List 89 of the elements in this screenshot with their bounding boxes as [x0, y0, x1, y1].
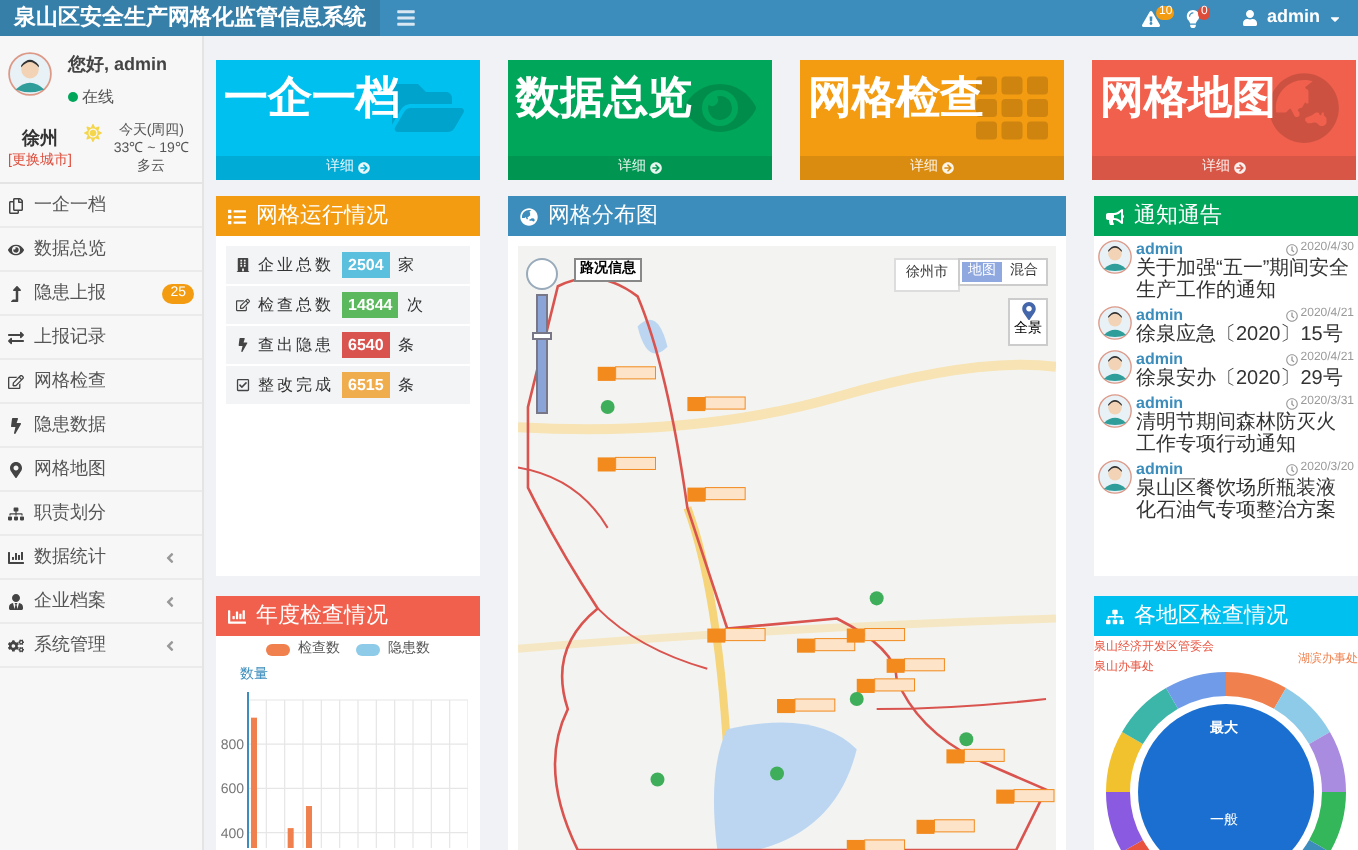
- sidebar-item[interactable]: 隐患数据: [0, 404, 202, 448]
- sidebar-item[interactable]: 网格检查: [0, 360, 202, 404]
- notice-author[interactable]: admin: [1136, 240, 1184, 258]
- sidebar-item[interactable]: 数据总览: [0, 228, 202, 272]
- stat-unit: 条: [397, 333, 414, 357]
- avatar-icon: [1098, 460, 1132, 494]
- user-menu[interactable]: admin: [1242, 4, 1342, 32]
- stat-value: 6540: [342, 332, 390, 358]
- map-pin-icon: [1019, 302, 1037, 320]
- stat-value: 6515: [342, 372, 390, 398]
- notice-author[interactable]: admin: [1136, 394, 1184, 412]
- stat-unit: 家: [397, 253, 414, 277]
- bulb-icon[interactable]: [1184, 9, 1203, 27]
- copy-icon: [8, 197, 24, 213]
- tile-title: 网格地图: [1100, 76, 1276, 120]
- building-icon: [236, 258, 250, 272]
- sidebar-item[interactable]: 数据统计: [0, 536, 202, 580]
- sun-icon: [83, 124, 102, 142]
- warning-icon[interactable]: [1142, 9, 1161, 27]
- caret-icon: [1328, 11, 1342, 25]
- clock-icon: [1286, 243, 1299, 255]
- bolt-icon: [8, 417, 24, 433]
- gears-icon: [8, 637, 24, 653]
- panel-title: 各地区检查情况: [1134, 601, 1288, 632]
- notice-author[interactable]: admin: [1136, 350, 1184, 368]
- sidebar-item[interactable]: 职责划分: [0, 492, 202, 536]
- panel-title: 年度检查情况: [256, 601, 388, 632]
- notice-text[interactable]: 泉山区餐饮场所瓶装液化石油气专项整治方案: [1136, 478, 1354, 522]
- stat-value: 14844: [342, 292, 399, 318]
- stat-label: 企业总数: [258, 253, 334, 277]
- list-icon: [228, 207, 246, 225]
- map-pin-icon: [8, 461, 24, 477]
- tile-title: 数据总览: [516, 76, 692, 120]
- notice-author[interactable]: admin: [1136, 460, 1184, 478]
- sitemap-icon: [1106, 607, 1124, 625]
- upload-arrow-icon: [8, 285, 24, 301]
- sidebar-item[interactable]: 一企一档: [0, 184, 202, 228]
- zoom-slider[interactable]: [536, 294, 548, 414]
- zoom-thumb[interactable]: [532, 332, 552, 341]
- bar: [287, 827, 294, 847]
- eye-icon: [8, 241, 24, 257]
- chart-icon: [8, 549, 24, 565]
- person-icon: [8, 593, 24, 609]
- sidebar-item[interactable]: 企业档案: [0, 580, 202, 624]
- megaphone-icon: [1106, 207, 1124, 225]
- sitemap-icon: [8, 505, 24, 521]
- stat-value: 2504: [342, 252, 390, 278]
- bar: [251, 716, 257, 847]
- notice-text[interactable]: 关于加强“五一”期间安全生产工作的通知: [1136, 258, 1354, 302]
- bar: [306, 805, 312, 847]
- stat-unit: 条: [397, 373, 414, 397]
- tile-title: 网格检查: [808, 76, 984, 120]
- notice-text[interactable]: 徐泉应急〔2020〕15号: [1136, 324, 1354, 346]
- checkbox-icon: [236, 378, 250, 392]
- notice-author[interactable]: admin: [1136, 306, 1184, 324]
- sidebar-item[interactable]: 网格地图: [0, 448, 202, 492]
- avatar-icon: [1098, 306, 1132, 340]
- greeting-text: 您好, admin: [68, 52, 168, 78]
- clock-icon: [1286, 309, 1299, 321]
- app-title-bar: 泉山区安全生产网格化监管信息系统: [0, 0, 380, 36]
- user-icon: [1242, 10, 1259, 26]
- stat-label: 整改完成: [258, 373, 334, 397]
- edit-icon: [8, 373, 24, 389]
- panel-title: 通知通告: [1134, 201, 1222, 232]
- notice-text[interactable]: 清明节期间森林防灭火工作专项行动通知: [1136, 412, 1354, 456]
- avatar-icon: [1098, 394, 1132, 428]
- panel-title: 网格运行情况: [256, 201, 388, 232]
- online-status: 在线: [68, 85, 114, 109]
- panel-title: 网格分布图: [548, 201, 658, 232]
- avatar-icon: [1098, 350, 1132, 384]
- clock-icon: [1286, 463, 1299, 475]
- avatar-icon: [8, 52, 52, 96]
- clock-icon: [1286, 353, 1299, 365]
- stat-unit: 次: [406, 293, 423, 317]
- clock-icon: [1286, 397, 1299, 409]
- city-name: 徐州: [21, 125, 58, 151]
- sidebar-item[interactable]: 系统管理: [0, 624, 202, 668]
- bolt-icon: [236, 338, 250, 352]
- sidebar-item[interactable]: 上报记录: [0, 316, 202, 360]
- edit-icon: [236, 298, 250, 312]
- tile-title: 一企一档: [224, 76, 400, 120]
- chart-icon: [228, 607, 246, 625]
- notice-text[interactable]: 徐泉安办〔2020〕29号: [1136, 368, 1354, 390]
- swap-icon: [8, 329, 24, 345]
- avatar-icon: [1098, 240, 1132, 274]
- stat-label: 查出隐患: [258, 333, 334, 357]
- globe-icon: [520, 207, 538, 225]
- stat-label: 检查总数: [258, 293, 334, 317]
- menu-icon[interactable]: [396, 8, 416, 28]
